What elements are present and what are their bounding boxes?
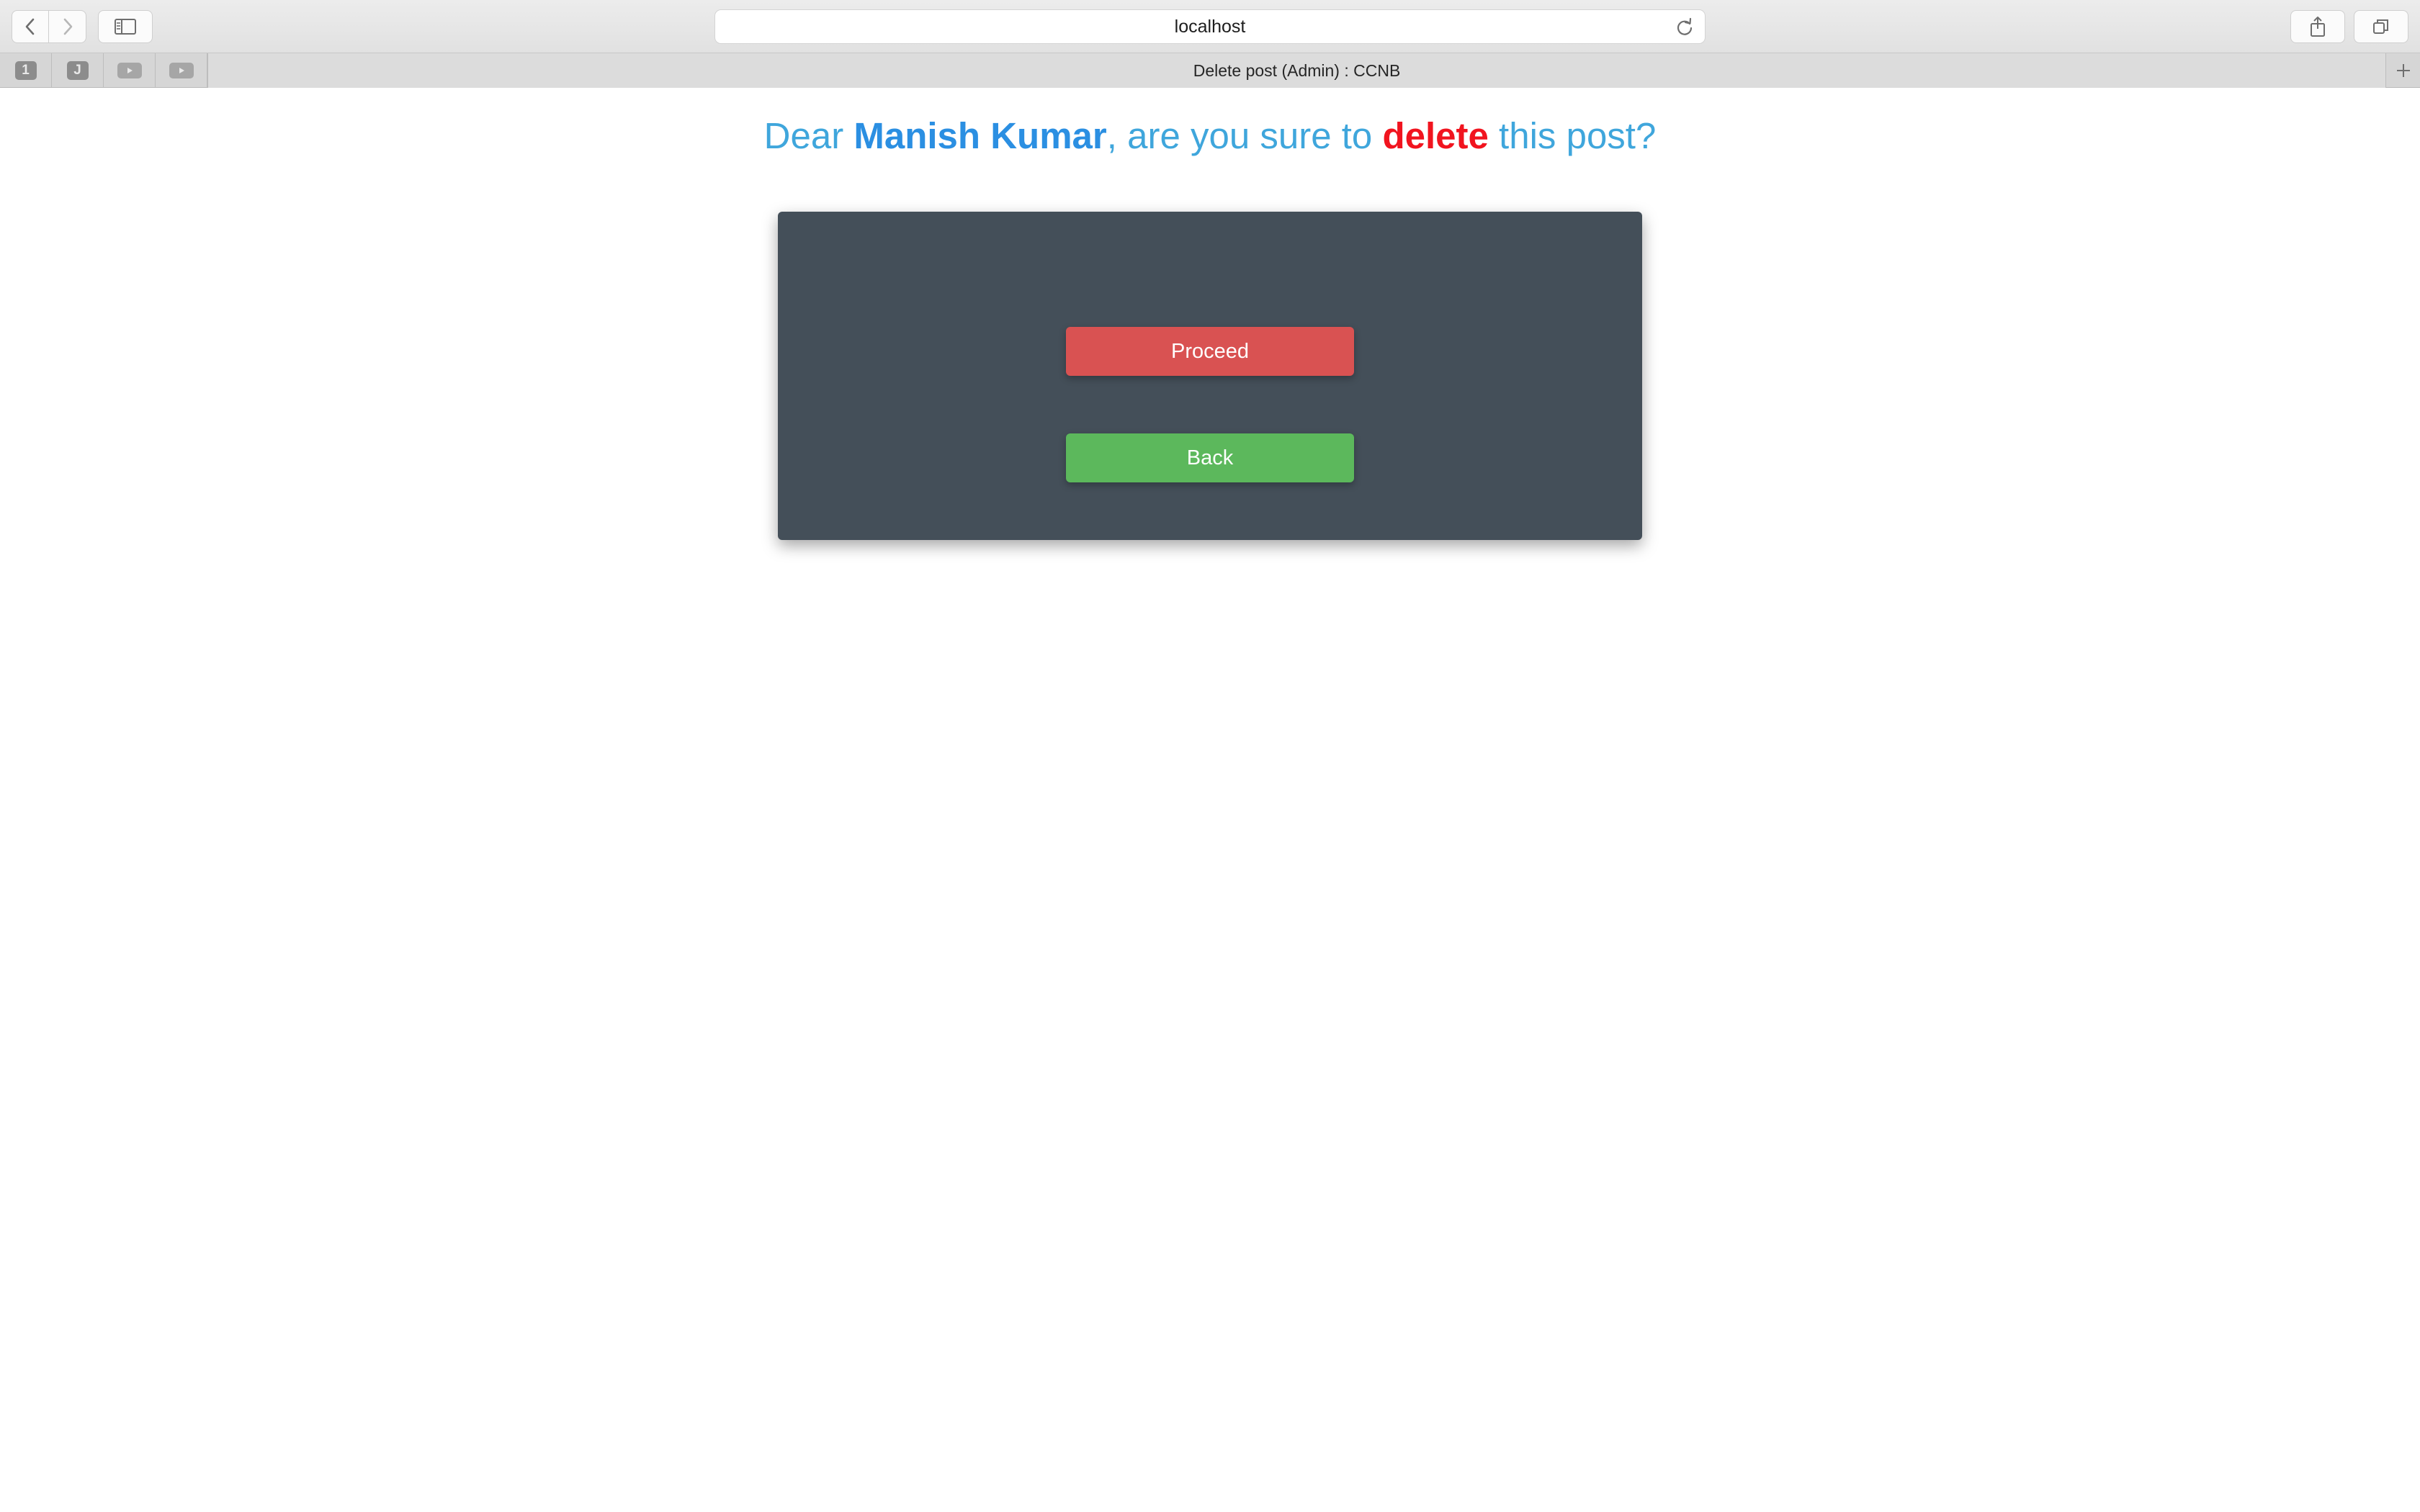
sidebar-toggle-button[interactable]: [98, 10, 153, 43]
active-tab[interactable]: Delete post (Admin) : CCNB: [207, 53, 2385, 88]
proceed-button[interactable]: Proceed: [1066, 327, 1354, 376]
greeting-text: Dear: [763, 115, 844, 156]
share-button[interactable]: [2290, 10, 2345, 43]
address-text: localhost: [1174, 16, 1246, 37]
pinned-tab-1-icon: 1: [14, 60, 37, 80]
plus-icon: [2396, 64, 2410, 77]
tab-title: Delete post (Admin) : CCNB: [1193, 60, 1401, 80]
pinned-tab-j-icon: J: [66, 60, 89, 80]
tabs-overview-icon: [2373, 19, 2388, 34]
forward-nav-button[interactable]: [49, 10, 86, 43]
pinned-tab-1[interactable]: 1: [0, 53, 52, 87]
address-bar[interactable]: localhost: [714, 9, 1706, 44]
reload-icon[interactable]: [1675, 17, 1695, 37]
question-text-part1: , are you sure to: [1106, 115, 1373, 156]
username: Manish Kumar: [853, 115, 1107, 156]
chevron-left-icon: [25, 18, 35, 35]
navigation-buttons: [12, 10, 86, 43]
back-nav-button[interactable]: [12, 10, 49, 43]
tab-bar: 1 J Delete post (Admin) : CCNB: [0, 53, 2420, 88]
tab-overview-button[interactable]: [2354, 10, 2408, 43]
delete-word: delete: [1382, 115, 1489, 156]
pinned-tab-youtube-2[interactable]: [156, 53, 207, 87]
chevron-right-icon: [63, 18, 72, 35]
youtube-icon: [117, 62, 142, 78]
confirmation-question: Dear Manish Kumar, are you sure to delet…: [0, 108, 2420, 164]
new-tab-button[interactable]: [2385, 53, 2420, 88]
pinned-tab-j[interactable]: J: [52, 53, 104, 87]
back-button[interactable]: Back: [1066, 433, 1354, 482]
browser-toolbar: localhost: [0, 0, 2420, 53]
share-icon: [2311, 17, 2325, 37]
pinned-tab-youtube-1[interactable]: [104, 53, 156, 87]
sidebar-icon: [115, 19, 136, 35]
question-text-part2: this post?: [1499, 115, 1657, 156]
confirmation-panel: Proceed Back: [778, 212, 1642, 540]
youtube-icon: [169, 62, 194, 78]
